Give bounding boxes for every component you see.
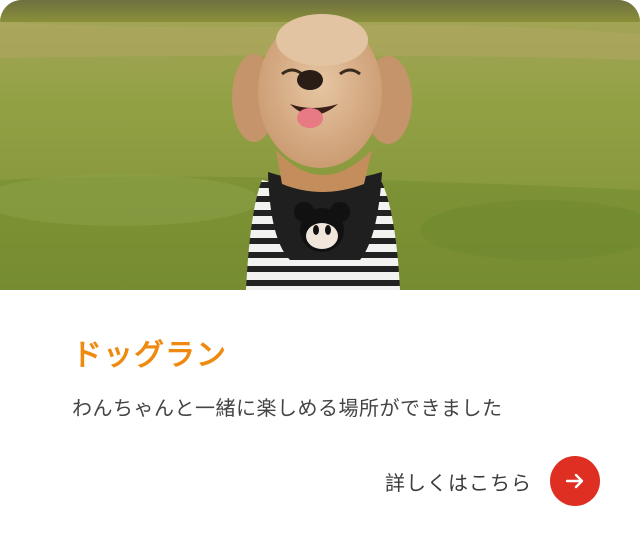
card-description: わんちゃんと一緒に楽しめる場所ができました (72, 396, 503, 420)
dog-photo (0, 0, 640, 290)
arrow-right-icon (565, 473, 584, 489)
card-body: ドッグラン わんちゃんと一緒に楽しめる場所ができました 詳しくはこちら (0, 290, 640, 547)
details-link[interactable]: 詳しくはこちら (385, 456, 600, 506)
card-title: ドッグラン (72, 338, 227, 373)
facility-card[interactable]: ドッグラン わんちゃんと一緒に楽しめる場所ができました 詳しくはこちら (0, 0, 640, 547)
details-link-label: 詳しくはこちら (385, 470, 532, 495)
arrow-button[interactable] (550, 456, 600, 506)
